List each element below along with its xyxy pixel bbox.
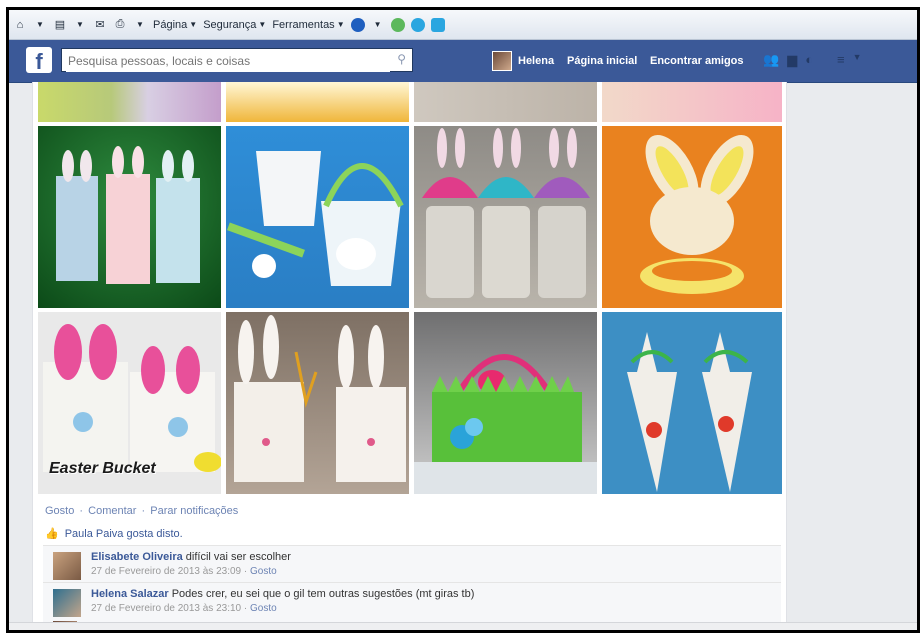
user-name[interactable]: Helena [518, 55, 554, 67]
comment-time[interactable]: 27 de Fevereiro de 2013 às 23:09 [91, 566, 241, 577]
separator: · [243, 566, 248, 577]
post-content: Easter Bucket Gosto · Comentar · Parar n… [32, 82, 787, 630]
comment-text: Podes crer, eu sei que o gil tem outras … [171, 588, 475, 600]
chevron-down-icon[interactable]: ▼ [853, 52, 862, 68]
photo-tile[interactable] [602, 312, 782, 494]
chevron-down-icon: ▼ [336, 20, 345, 29]
avatar[interactable] [53, 552, 81, 580]
photo-tile[interactable] [38, 126, 221, 308]
separator: · [243, 603, 248, 614]
menu-tools-label: Ferramentas [272, 18, 335, 31]
comment-meta: 27 de Fevereiro de 2013 às 23:10 · Gosto [91, 603, 277, 614]
skype-alt-icon[interactable] [430, 17, 445, 32]
search-icon[interactable]: ⚲ [397, 52, 406, 66]
notifications-icon[interactable]: ◐ [805, 52, 813, 68]
dropdown-arrow-icon[interactable]: ▼ [371, 18, 385, 32]
help-icon[interactable] [350, 17, 365, 32]
grass-basket-image [414, 354, 597, 494]
status-bar [9, 622, 917, 630]
bunny-bracelet-image [640, 134, 754, 294]
comment: Elisabete Oliveira difícil vai ser escol… [43, 545, 781, 582]
cup-bunny-image [227, 151, 404, 286]
settings-icon[interactable]: ≡ [837, 52, 845, 68]
post-actions: Gosto · Comentar · Parar notificações [45, 505, 240, 517]
stop-notifications-link[interactable]: Parar notificações [150, 505, 238, 517]
notification-icons: 👥 ▆ ◐ ≡ ▼ [763, 52, 862, 68]
photo-tile[interactable] [226, 312, 409, 494]
search-box[interactable]: ⚲ [61, 48, 413, 72]
search-input[interactable] [66, 50, 390, 72]
home-link[interactable]: Página inicial [567, 55, 637, 67]
facebook-logo-icon[interactable]: f [26, 47, 52, 74]
comment-author[interactable]: Helena Salazar [91, 588, 169, 600]
paper-cones-image [627, 332, 752, 492]
photo-tile[interactable] [226, 82, 409, 122]
likes-row: 👍 Paula Paiva gosta disto. [45, 527, 183, 541]
browser-toolbar: ⌂ ▼ ▤ ▼ ✉ ⎙ ▼ Página ▼ Segurança ▼ Ferrame… [9, 10, 917, 40]
comment-like-link[interactable]: Gosto [250, 566, 277, 577]
feeds-icon[interactable]: ▤ [53, 18, 67, 32]
bunny-jars-image [422, 128, 590, 298]
addon-icon[interactable] [390, 17, 405, 32]
photo-tile[interactable] [414, 126, 597, 308]
friend-requests-icon[interactable]: 👥 [763, 52, 779, 68]
comment-like-link[interactable]: Gosto [250, 603, 277, 614]
messages-icon[interactable]: ▆ [787, 52, 797, 68]
find-friends-link[interactable]: Encontrar amigos [650, 55, 744, 67]
dropdown-arrow-icon[interactable]: ▼ [133, 18, 147, 32]
chevron-down-icon: ▼ [258, 20, 267, 29]
bunny-bags-image [56, 146, 200, 284]
photo-tile[interactable] [38, 82, 221, 122]
skype-icon[interactable] [410, 17, 425, 32]
likes-text[interactable]: Paula Paiva gosta disto. [65, 528, 183, 540]
menu-security[interactable]: Segurança ▼ [203, 19, 266, 31]
comment-author[interactable]: Elisabete Oliveira [91, 551, 183, 563]
screenshot-frame: ⌂ ▼ ▤ ▼ ✉ ⎙ ▼ Página ▼ Segurança ▼ Ferrame… [6, 7, 920, 633]
photo-tile[interactable]: Easter Bucket [38, 312, 221, 494]
bunny-boxes-image [234, 315, 406, 482]
profile-link[interactable]: Helena [492, 51, 554, 71]
dropdown-arrow-icon[interactable]: ▼ [73, 18, 87, 32]
comment-body: Helena Salazar Podes crer, eu sei que o … [91, 588, 474, 600]
like-link[interactable]: Gosto [45, 505, 74, 517]
avatar[interactable] [53, 589, 81, 617]
menu-page[interactable]: Página ▼ [153, 19, 197, 31]
separator: · [141, 505, 146, 517]
dropdown-arrow-icon[interactable]: ▼ [33, 18, 47, 32]
photo-tile[interactable] [602, 126, 782, 308]
mail-icon[interactable]: ✉ [93, 18, 107, 32]
photo-tile[interactable] [226, 126, 409, 308]
photo-tile[interactable] [414, 312, 597, 494]
facebook-header: f ⚲ Helena Página inicial Encontrar amig… [9, 40, 917, 83]
thumbs-up-icon: 👍 [45, 528, 59, 540]
home-icon[interactable]: ⌂ [13, 18, 27, 32]
avatar [492, 51, 512, 71]
menu-page-label: Página [153, 18, 188, 31]
comment-body: Elisabete Oliveira difícil vai ser escol… [91, 551, 291, 563]
print-icon[interactable]: ⎙ [113, 18, 127, 32]
comment-meta: 27 de Fevereiro de 2013 às 23:09 · Gosto [91, 566, 277, 577]
photo-tile[interactable] [602, 82, 782, 122]
comment-text: difícil vai ser escolher [185, 551, 291, 563]
chevron-down-icon: ▼ [189, 20, 198, 29]
photo-caption: Easter Bucket [49, 460, 156, 477]
photo-tile[interactable] [414, 82, 597, 122]
comment-time[interactable]: 27 de Fevereiro de 2013 às 23:10 [91, 603, 241, 614]
menu-security-label: Segurança [203, 18, 257, 31]
comment-link[interactable]: Comentar [88, 505, 136, 517]
comment: Helena Salazar Podes crer, eu sei que o … [43, 582, 781, 619]
separator: · [79, 505, 84, 517]
menu-tools[interactable]: Ferramentas ▼ [272, 19, 344, 31]
